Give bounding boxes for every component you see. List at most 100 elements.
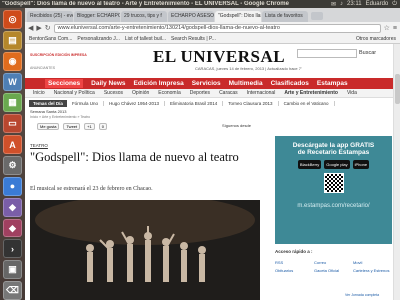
terminal-icon[interactable]: › — [3, 239, 22, 259]
ver-jornada-link[interactable]: Ver Jornada completa — [345, 293, 379, 297]
tab-gmail[interactable]: Recibidos (25) - evelyn — [27, 11, 73, 22]
tab-godspell[interactable]: "Godspell": Dios llama — [215, 11, 261, 22]
trash-icon[interactable]: ⌫ — [3, 281, 22, 300]
advertisers-link[interactable]: ANUNCIANTES — [30, 66, 55, 70]
submenu-inicio[interactable]: Inicio — [33, 90, 45, 96]
recetario-app-promo[interactable]: Descárgate la app GRATIS de Recetario Es… — [275, 136, 392, 244]
menu-servicios[interactable]: Servicios — [192, 80, 221, 87]
volume-icon[interactable]: ♪ — [340, 1, 343, 8]
office-writer-icon[interactable]: W — [3, 72, 22, 92]
bookmark-item[interactable]: List of tallest buil... — [125, 36, 166, 42]
qr-code-icon — [323, 173, 344, 193]
temas-item[interactable]: Torneo Clausura 2013 — [223, 101, 279, 106]
forward-icon[interactable]: ▶ — [36, 24, 41, 32]
power-icon[interactable]: ⏻ — [392, 1, 397, 8]
submenu-arte[interactable]: Arte y Entretenimiento — [284, 90, 338, 96]
menu-icon[interactable]: ≡ — [393, 25, 397, 32]
web-page: SUSCRIPCIÓN EDICIÓN IMPRESA ANUNCIANTES … — [25, 44, 400, 300]
back-icon[interactable]: ◀ — [28, 24, 33, 32]
menu-secciones[interactable]: Secciones — [45, 79, 84, 88]
temas-item[interactable]: Cambio en el Vaticano — [279, 101, 335, 106]
search-button[interactable]: Buscar — [359, 50, 376, 56]
search-input[interactable] — [297, 49, 357, 58]
bookmark-item[interactable]: Search Results | P... — [171, 36, 216, 42]
google-play-badge[interactable]: Google play — [324, 160, 350, 169]
menu-edicion-impresa[interactable]: Edición Impresa — [134, 80, 184, 87]
temas-item[interactable]: Eliminatoria Brasil 2014 — [165, 101, 224, 106]
submenu-caracas[interactable]: Caracas — [219, 90, 238, 96]
office-impress-icon[interactable]: ▭ — [3, 114, 22, 134]
other-bookmarks[interactable]: Otros marcadores — [356, 36, 400, 42]
bookmark-item[interactable]: BentonSans Com... — [29, 36, 72, 42]
app-icon[interactable]: ◆ — [3, 197, 22, 217]
chrome-icon[interactable]: ● — [3, 176, 22, 196]
submenu-deportes[interactable]: Deportes — [190, 90, 210, 96]
promo-url[interactable]: m.estampas.com/recetario/ — [275, 203, 392, 209]
star-icon[interactable]: ☆ — [384, 24, 390, 32]
submenu-economia[interactable]: Economía — [158, 90, 181, 96]
files-icon[interactable]: ▤ — [3, 30, 22, 50]
bookmarks-bar: BentonSans Com... Personalizando J... Li… — [25, 34, 400, 44]
blackberry-badge[interactable]: BlackBerry — [297, 160, 322, 169]
firefox-icon[interactable]: ◉ — [3, 51, 22, 71]
semana-santa-link[interactable]: Semana Santa 2013 — [30, 109, 66, 114]
network-icon[interactable]: ✉ — [331, 1, 336, 8]
temas-item[interactable]: Hugo Chávez 1954-2013 — [104, 101, 165, 106]
browser-window: Recibidos (25) - evelyn Blogger: ECHARPO… — [25, 8, 400, 300]
user-name[interactable]: Eduardo — [366, 1, 389, 8]
menu-clasificados[interactable]: Clasificados — [271, 80, 309, 87]
window-title: "Godspell": Dios llama de nuevo al teatr… — [2, 1, 289, 7]
tab-favoritos[interactable]: Lista de favoritos — [262, 11, 308, 22]
quick-link-cartelera[interactable]: Cartelera y Estrenos — [353, 268, 392, 273]
quick-link-rss[interactable]: RSS — [275, 260, 314, 265]
submenu-nacional[interactable]: Nacional y Política — [54, 90, 95, 96]
promo-line-2: de Recetario Estampas — [297, 149, 370, 156]
menu-daily-news[interactable]: Daily News — [91, 80, 125, 87]
menu-multimedia[interactable]: Multimedia — [229, 80, 263, 87]
software-center-icon[interactable]: A — [3, 135, 22, 155]
settings-icon[interactable]: ⚙ — [3, 156, 22, 175]
workspace-icon[interactable]: ▣ — [3, 260, 22, 280]
submenu-sucesos[interactable]: Sucesos — [104, 90, 123, 96]
clock[interactable]: 23:11 — [347, 1, 362, 8]
address-bar[interactable]: www.eluniversal.com/arte-y-entretenimien… — [53, 23, 381, 33]
tweet-button[interactable]: Tweet — [63, 123, 81, 130]
section-menu: Inicio Nacional y Política Sucesos Opini… — [25, 89, 393, 98]
tab-echarpo[interactable]: ECHARPO ASESORIA — [168, 11, 214, 22]
article-section[interactable]: TEATRO — [30, 143, 48, 148]
submenu-vida[interactable]: Vida — [347, 90, 357, 96]
menu-estampas[interactable]: Estampas — [317, 80, 348, 87]
bookmark-item[interactable]: Personalizando J... — [77, 36, 120, 42]
quick-link-correo[interactable]: Correo — [314, 260, 353, 265]
like-button[interactable]: Me gusta — [37, 123, 60, 130]
page-scrollbar[interactable] — [393, 44, 400, 300]
ubuntu-dash-icon[interactable]: ◎ — [3, 10, 22, 29]
tab-blogger[interactable]: Blogger: ECHARPO A — [74, 11, 120, 22]
quick-link-movil[interactable]: Movil — [353, 260, 392, 265]
breadcrumb[interactable]: Inicio » Arte y Entretenimiento » Teatro — [30, 115, 90, 119]
quick-access: Acceso rápido a : RSS Correo Movil Obitu… — [275, 249, 392, 273]
quick-link-obituarios[interactable]: Obituarios — [275, 268, 314, 273]
subscribe-link[interactable]: SUSCRIPCIÓN EDICIÓN IMPRESA — [30, 53, 87, 57]
submenu-opinion[interactable]: Opinión — [132, 90, 149, 96]
navigation-bar: ◀ ▶ ↻ www.eluniversal.com/arte-y-entrete… — [25, 22, 400, 34]
app-icon-2[interactable]: ◆ — [3, 218, 22, 238]
tab-strip: Recibidos (25) - evelyn Blogger: ECHARPO… — [25, 8, 400, 22]
scrollbar-thumb[interactable] — [395, 74, 400, 104]
quick-link-gaceta[interactable]: Gaceta Oficial — [314, 268, 353, 273]
temas-bar: Temas del Día Fórmula Uno Hugo Chávez 19… — [25, 99, 393, 108]
article-lede: El musical se estrenará el 23 de febrero… — [30, 186, 153, 192]
new-tab-button[interactable] — [311, 12, 323, 20]
tab-trucos[interactable]: 29 trucos, tips y f — [121, 11, 167, 22]
temas-item[interactable]: Fórmula Uno — [67, 101, 104, 106]
submenu-internacional[interactable]: Internacional — [247, 90, 276, 96]
system-top-panel: "Godspell": Dios llama de nuevo al teatr… — [0, 0, 400, 8]
reload-icon[interactable]: ↻ — [45, 24, 51, 32]
office-calc-icon[interactable]: ▦ — [3, 93, 22, 113]
main-menu: Secciones Daily News Edición Impresa Ser… — [25, 78, 393, 89]
site-logo[interactable]: EL UNIVERSAL — [153, 47, 285, 67]
share-count: 0 — [98, 123, 107, 130]
iphone-badge[interactable]: iPhone — [352, 160, 370, 169]
plus-one-button[interactable]: +1 — [84, 123, 95, 130]
share-bar: Me gusta Tweet +1 0 — [37, 123, 107, 130]
